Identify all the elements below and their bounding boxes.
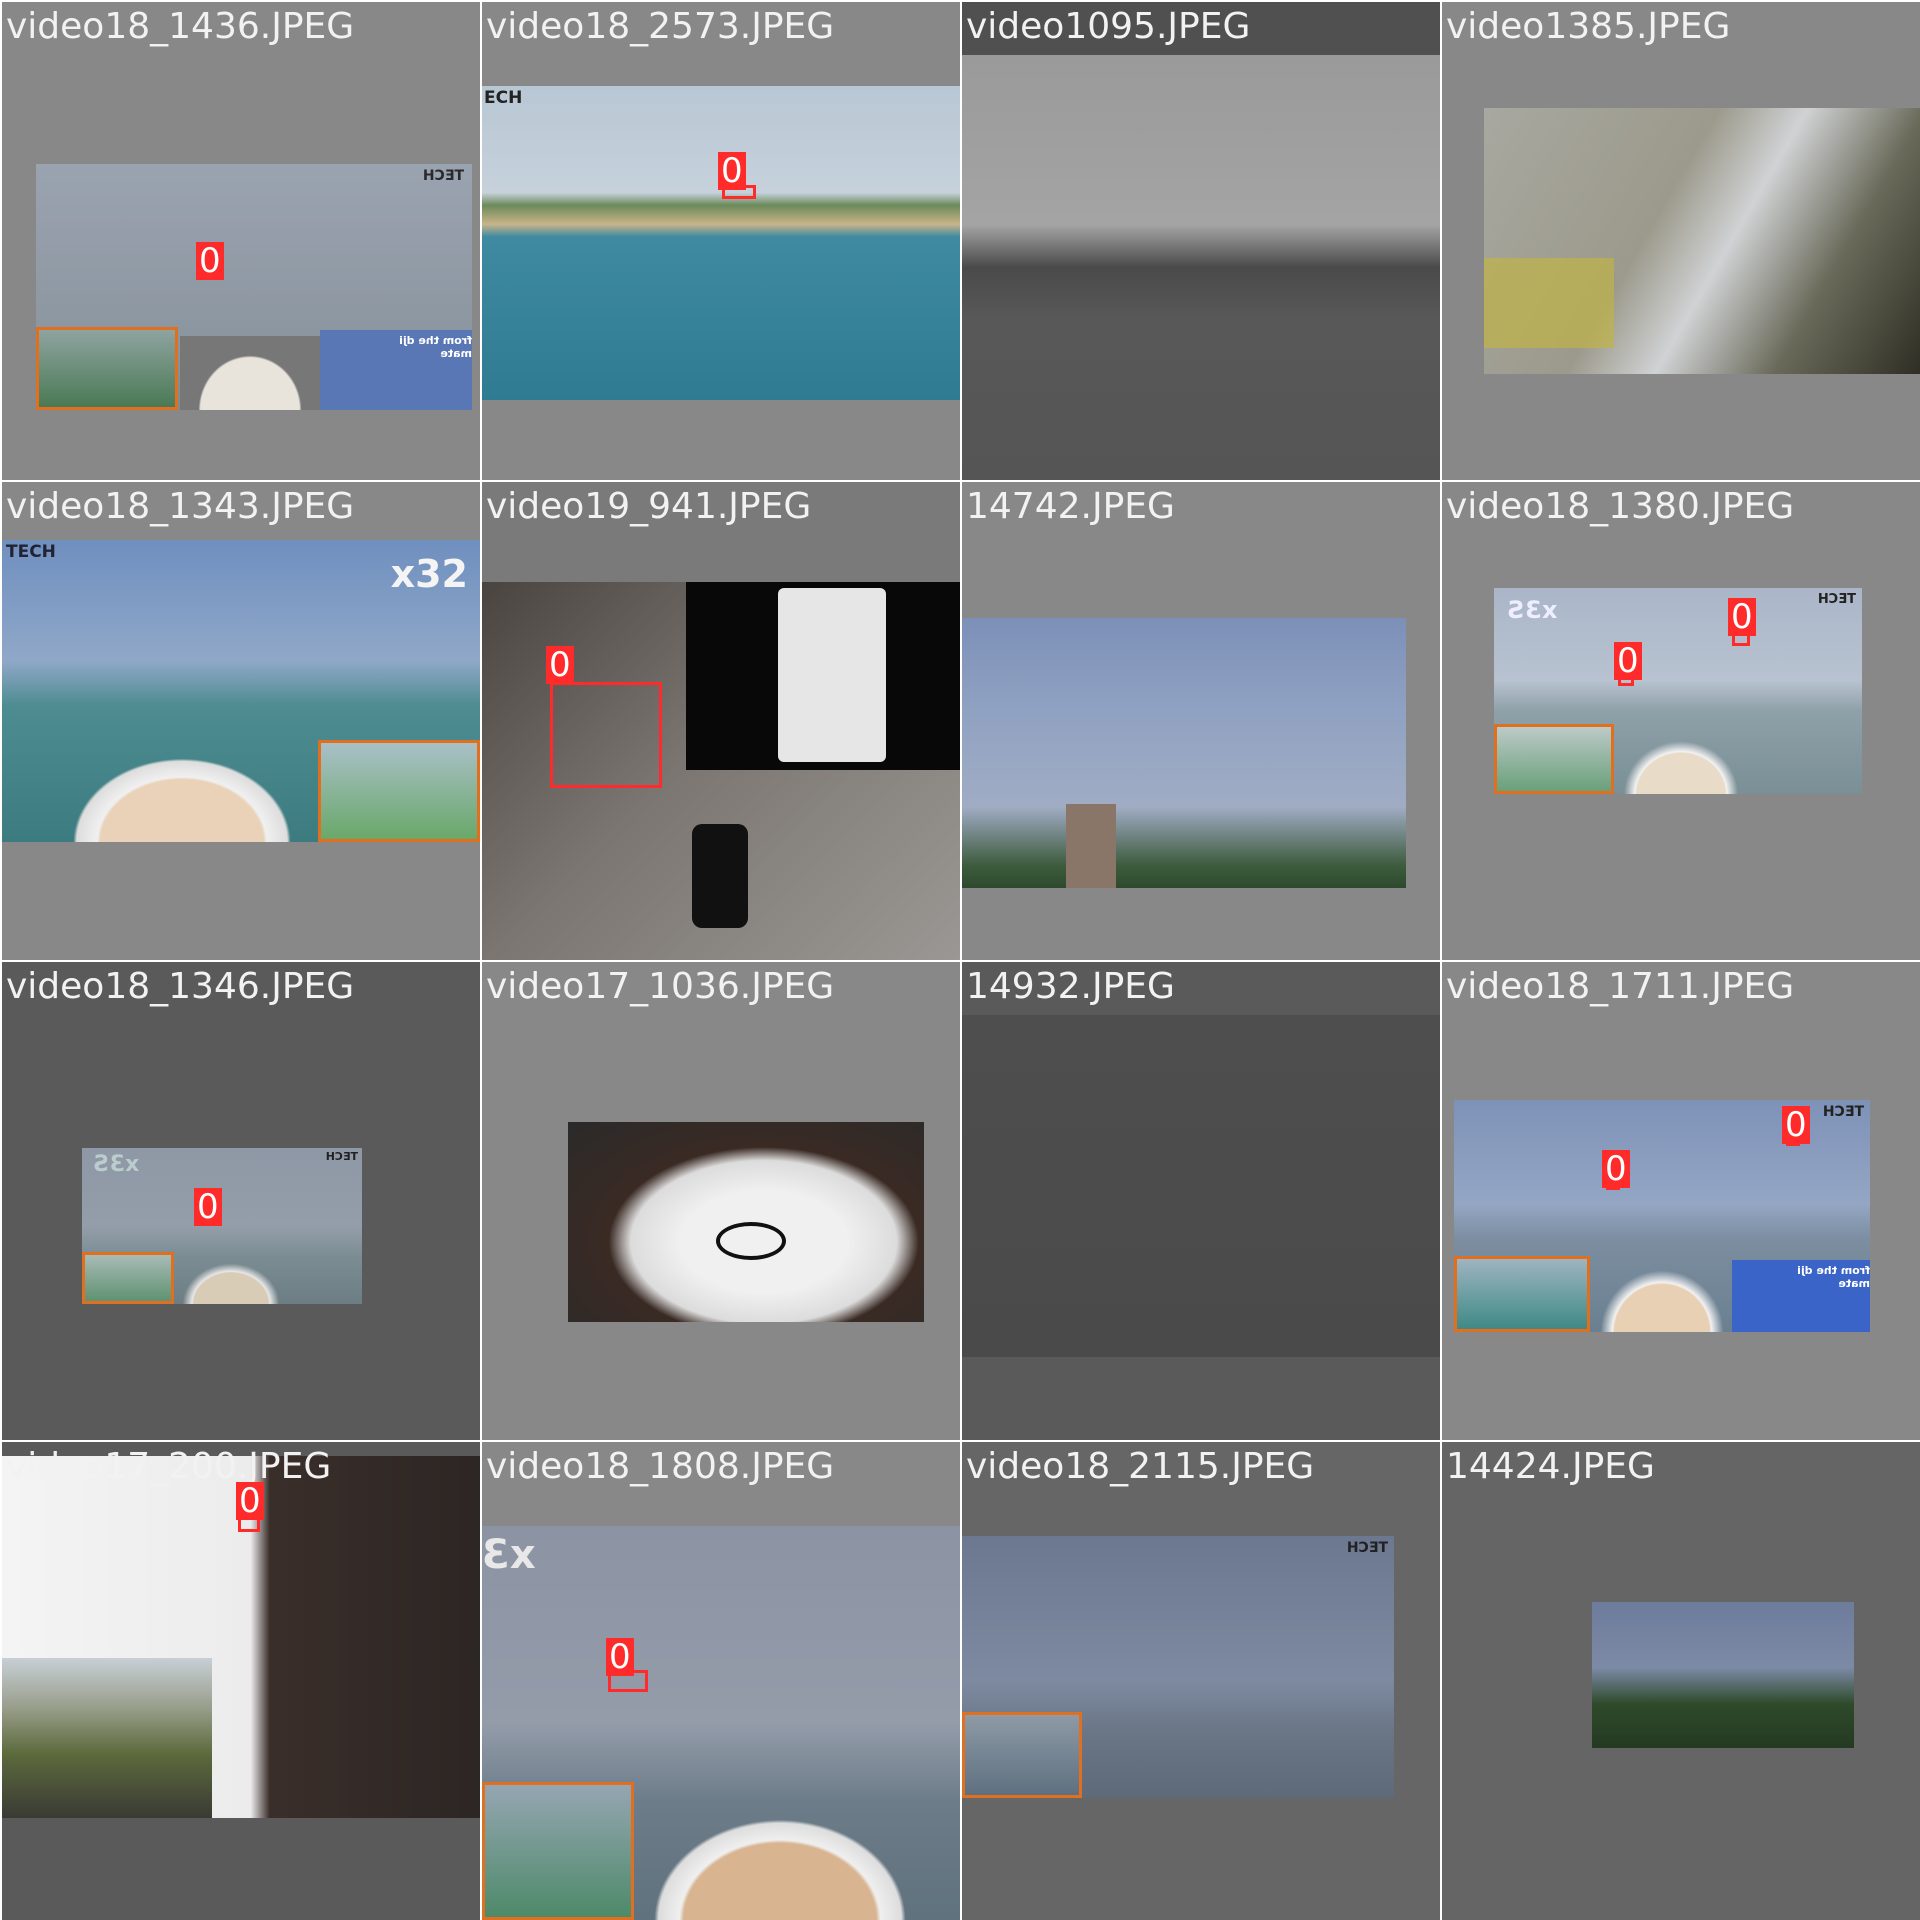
- phone-device: [692, 824, 748, 928]
- inset-video: [82, 1252, 174, 1304]
- tile-video1385[interactable]: video1385.JPEG: [1442, 2, 1920, 480]
- tile-image: Ɛx: [482, 1526, 960, 1920]
- watermark-text-2: HƆƎT: [325, 1150, 358, 1163]
- inset-video: [1454, 1256, 1590, 1332]
- tile-caption: video18_2573.JPEG: [486, 6, 835, 47]
- detection-label: 0: [546, 646, 574, 684]
- inset-video: [962, 1712, 1082, 1798]
- tile-video17-200[interactable]: video17_200.JPEG 0: [2, 1442, 480, 1920]
- detection-label: 0: [1614, 642, 1642, 680]
- detection-label: 0: [718, 152, 746, 190]
- tile-image: ƧƐx HƆƎT: [1494, 588, 1862, 794]
- tile-video19-941[interactable]: video19_941.JPEG 0: [482, 482, 960, 960]
- tile-image: ECH: [482, 86, 960, 400]
- tile-image: [962, 1015, 1440, 1357]
- map-inset: from the dji mate: [320, 330, 472, 410]
- boat-deck: [632, 1802, 928, 1920]
- tile-caption: video1385.JPEG: [1446, 6, 1731, 47]
- watermark-text: ƧƐx: [94, 1152, 140, 1177]
- inset-video: [2, 1658, 212, 1818]
- drone-shape: [716, 1222, 786, 1260]
- tile-caption: video18_1380.JPEG: [1446, 486, 1795, 527]
- boat-deck: [62, 750, 302, 842]
- watermark-text: TECH: [6, 542, 56, 562]
- watermark-text: ECH: [484, 88, 523, 108]
- watermark-text: HƆƎT: [1822, 1104, 1864, 1120]
- phone-screen: [778, 588, 886, 762]
- tile-image: [1592, 1602, 1854, 1748]
- phone-screen-panel: [686, 582, 960, 770]
- detection-label: 0: [196, 242, 224, 280]
- tile-video18-1343[interactable]: video18_1343.JPEG TECH x32: [2, 482, 480, 960]
- tile-caption: video18_1343.JPEG: [6, 486, 355, 527]
- tile-caption: video19_941.JPEG: [486, 486, 812, 527]
- detection-label: 0: [1782, 1106, 1810, 1144]
- tile-caption: video18_2115.JPEG: [966, 1446, 1315, 1487]
- yellow-floor-marking: [1484, 258, 1614, 348]
- boat-deck: [176, 1258, 286, 1304]
- detection-box: [550, 682, 662, 788]
- inset-video: [482, 1782, 634, 1920]
- watermark-text-2: HƆƎT: [1817, 592, 1856, 607]
- boat-deck: [1592, 1262, 1732, 1332]
- tile-image: TECH x32: [2, 540, 480, 842]
- watermark-text: ƧƐx: [1508, 596, 1558, 624]
- building: [1066, 804, 1116, 888]
- inset-video: [36, 327, 178, 410]
- tile-caption: video18_1711.JPEG: [1446, 966, 1795, 1007]
- tile-caption: 14424.JPEG: [1446, 1446, 1655, 1487]
- tile-caption: video1095.JPEG: [966, 6, 1251, 47]
- watermark-text: HƆƎT: [1346, 1540, 1388, 1556]
- tile-video18-1380[interactable]: video18_1380.JPEG ƧƐx HƆƎT 0 0: [1442, 482, 1920, 960]
- tile-image: [962, 618, 1406, 888]
- tile-video18-2573[interactable]: video18_2573.JPEG ECH 0: [482, 2, 960, 480]
- detection-label: 0: [194, 1188, 222, 1226]
- tile-video18-1346[interactable]: video18_1346.JPEG ƧƐx HƆƎT 0: [2, 962, 480, 1440]
- detection-label: 0: [1728, 598, 1756, 636]
- detection-label: 0: [236, 1482, 264, 1520]
- tile-image: ƧƐx HƆƎT: [82, 1148, 362, 1304]
- tile-image: [962, 55, 1440, 480]
- map-inset: from the dji mate: [1732, 1260, 1870, 1332]
- tile-14932[interactable]: 14932.JPEG: [962, 962, 1440, 1440]
- tile-14424[interactable]: 14424.JPEG: [1442, 1442, 1920, 1920]
- tile-caption: video17_1036.JPEG: [486, 966, 835, 1007]
- boat-deck: [1616, 734, 1746, 794]
- tile-video18-1808[interactable]: video18_1808.JPEG Ɛx 0: [482, 1442, 960, 1920]
- tile-caption: 14742.JPEG: [966, 486, 1175, 527]
- image-mosaic: video18_1436.JPEG HƆƎT from the dji mate…: [0, 0, 1920, 1920]
- tile-image: HƆƎT from the dji mate: [36, 164, 472, 410]
- inset-caption: from the dji mate: [1797, 1264, 1870, 1290]
- tile-caption: 14932.JPEG: [966, 966, 1175, 1007]
- tile-video18-1711[interactable]: video18_1711.JPEG HƆƎT from the dji mate…: [1442, 962, 1920, 1440]
- tile-video17-1036[interactable]: video17_1036.JPEG: [482, 962, 960, 1440]
- tile-video18-2115[interactable]: video18_2115.JPEG HƆƎT: [962, 1442, 1440, 1920]
- tile-14742[interactable]: 14742.JPEG: [962, 482, 1440, 960]
- watermark-text: HƆƎT: [422, 168, 464, 184]
- inset-caption: from the dji mate: [399, 334, 472, 360]
- tile-image: [1484, 108, 1920, 374]
- tile-video18-1436[interactable]: video18_1436.JPEG HƆƎT from the dji mate…: [2, 2, 480, 480]
- detection-label: 0: [606, 1638, 634, 1676]
- tile-caption: video18_1436.JPEG: [6, 6, 355, 47]
- tile-image: HƆƎT: [962, 1536, 1394, 1798]
- inset-video: [318, 740, 480, 842]
- detection-label: 0: [1602, 1150, 1630, 1188]
- tile-caption: video17_200.JPEG: [6, 1446, 332, 1487]
- tile-caption: video18_1346.JPEG: [6, 966, 355, 1007]
- watermark-text: Ɛx: [482, 1532, 536, 1578]
- watermark-text-2: x32: [390, 552, 468, 596]
- tile-image: [568, 1122, 924, 1322]
- tile-video1095[interactable]: video1095.JPEG: [962, 2, 1440, 480]
- tile-caption: video18_1808.JPEG: [486, 1446, 835, 1487]
- inset-video: [1494, 724, 1614, 794]
- boat-deck: [180, 336, 320, 410]
